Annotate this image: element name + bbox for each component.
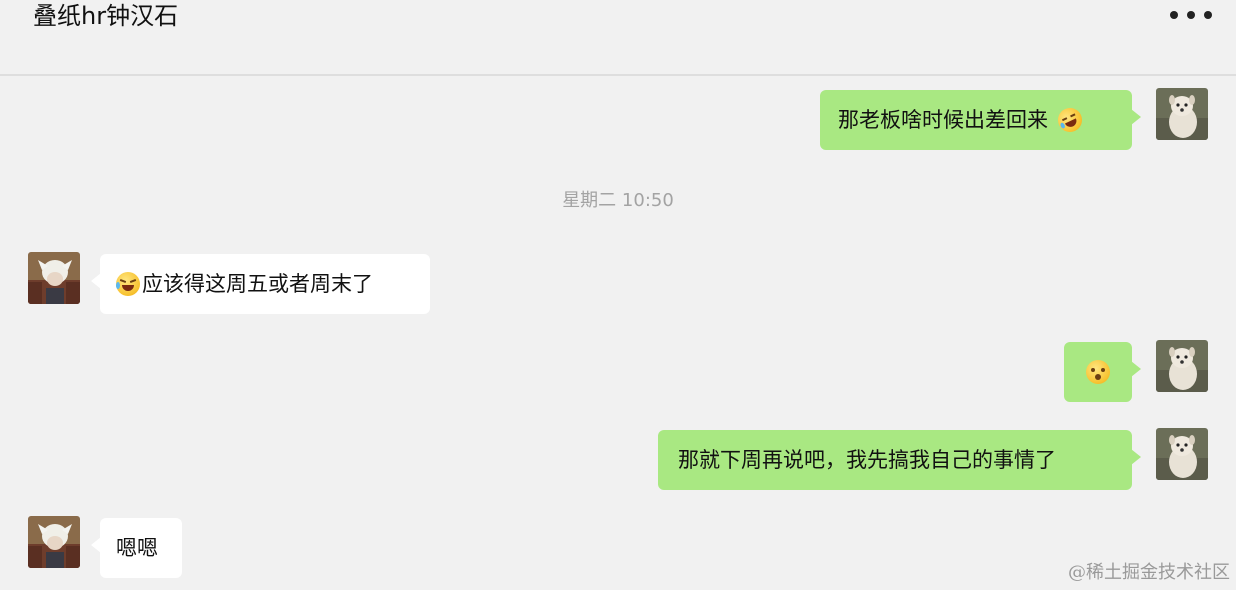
more-dot [1170,11,1178,19]
my-avatar[interactable] [1156,88,1208,140]
joy-emoji-icon [116,272,140,296]
message-bubble-outgoing[interactable]: 那就下周再说吧，我先搞我自己的事情了 [658,430,1141,490]
message-text: 应该得这周五或者周末了 [142,272,373,296]
message-bubble-outgoing[interactable] [1064,342,1141,402]
message-bubble-incoming[interactable]: 应该得这周五或者周末了 [91,254,430,314]
message-text: 那就下周再说吧，我先搞我自己的事情了 [678,448,1056,472]
my-avatar[interactable] [1156,340,1208,392]
message-text: 那老板啥时候出差回来 [838,108,1048,132]
more-dot [1187,11,1195,19]
more-dot [1204,11,1212,19]
message-text: 嗯嗯 [116,536,158,560]
chat-title: 叠纸hr钟汉石 [33,2,179,30]
more-options-icon[interactable] [1166,0,1216,30]
message-bubble-outgoing[interactable]: 那老板啥时候出差回来 [820,90,1141,150]
contact-avatar[interactable] [28,516,80,568]
chat-header: 叠纸hr钟汉石 [0,0,1236,76]
message-bubble-incoming[interactable]: 嗯嗯 [91,518,182,578]
contact-avatar[interactable] [28,252,80,304]
watermark: @稀土掘金技术社区 [1068,562,1230,583]
hushed-emoji-icon [1086,360,1110,384]
timestamp-divider: 星期二 10:50 [562,190,674,211]
rolling-laughing-emoji-icon [1054,104,1086,136]
my-avatar[interactable] [1156,428,1208,480]
